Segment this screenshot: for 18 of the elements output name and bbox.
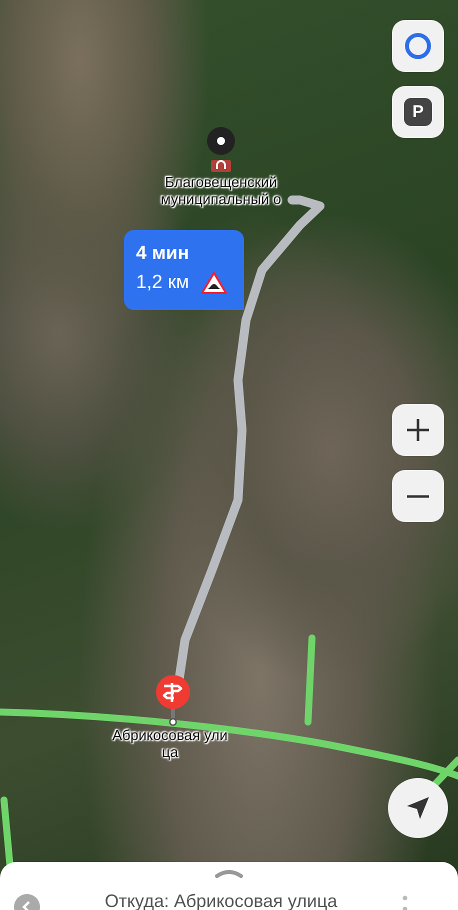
place-label: Благовещенский муниципальный о — [160, 175, 282, 209]
ring-icon — [403, 31, 433, 61]
parking-button[interactable]: P — [392, 86, 444, 138]
minus-icon — [407, 494, 429, 498]
route-info-bubble[interactable]: 4 мин 1,2 км — [124, 230, 244, 310]
plus-icon — [405, 417, 431, 443]
expand-handle-icon[interactable] — [214, 868, 244, 878]
zoom-out-button[interactable] — [392, 470, 444, 522]
place-label: Абрикосовая улица — [111, 728, 229, 762]
route-distance: 1,2 км — [136, 273, 190, 293]
route-origin-title: Откуда: Абрикосовая улица — [104, 890, 338, 910]
chevron-left-icon — [21, 900, 33, 910]
voice-assistant-button[interactable] — [392, 20, 444, 72]
signpost-pin-icon[interactable] — [155, 674, 191, 726]
bump-warning-icon — [201, 272, 228, 294]
zoom-in-button[interactable] — [392, 404, 444, 456]
route-time: 4 мин — [136, 244, 190, 264]
map-pin-icon[interactable] — [206, 126, 236, 156]
